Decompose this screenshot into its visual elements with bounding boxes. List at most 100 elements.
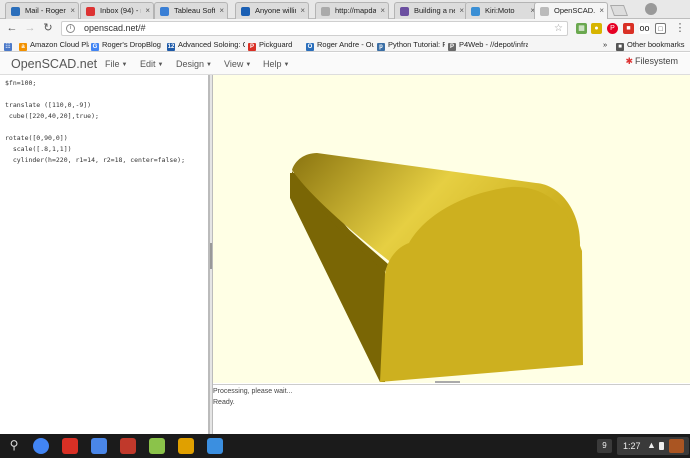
close-icon[interactable]: × [70, 5, 75, 16]
bookmark-favicon-icon: ■ [616, 43, 624, 51]
extension-lightbulb-icon[interactable]: ● [591, 23, 602, 34]
menu-view-label: View [224, 59, 244, 69]
filesystem-button[interactable]: ✱ Filesystem [625, 56, 678, 66]
files-icon[interactable] [207, 438, 223, 454]
clock-time: 1:27 [623, 441, 641, 451]
close-icon[interactable]: × [145, 5, 150, 16]
bookmark-label: Roger's DropBlog [102, 40, 161, 49]
close-icon[interactable]: × [380, 5, 385, 16]
bookmark-label: Other bookmarks [627, 40, 685, 49]
bookmark-favicon-icon: P [248, 43, 256, 51]
close-icon[interactable]: × [219, 5, 224, 16]
bookmark-item[interactable]: P Pickguard [248, 38, 304, 51]
console-line-processing: Processing, please wait... [213, 388, 293, 395]
store-icon[interactable] [149, 438, 165, 454]
gmail-icon [86, 7, 95, 16]
extension-box-icon[interactable]: □ [655, 23, 666, 34]
browser-tab[interactable]: http://mapdata × [315, 2, 389, 19]
bookmark-label: Roger Andre - Outlool [317, 40, 374, 49]
url-text[interactable]: openscad.net/# [84, 22, 146, 35]
bookmark-item[interactable]: ■ Other bookmarks [616, 38, 688, 51]
tab-title: Anyone willing [255, 6, 296, 15]
info-icon[interactable]: i [66, 24, 75, 33]
browser-tab[interactable]: Tableau Softwa × [154, 2, 228, 19]
tab-title: Kiri:Moto [485, 6, 515, 15]
profile-icon[interactable] [645, 3, 657, 15]
menu-design[interactable]: Design ▼ [176, 59, 212, 70]
bookmark-item[interactable]: ☷ [4, 38, 16, 51]
app-brand[interactable]: OpenSCAD.net [11, 57, 97, 71]
bookmark-favicon-icon: P [448, 43, 456, 51]
bookmark-item[interactable]: 12 Advanced Soloing: Co [167, 38, 245, 51]
bookmarks-overflow-button[interactable]: » [603, 38, 613, 51]
puzzle-icon: ✱ [625, 56, 633, 66]
tab-title: Building a new [414, 6, 455, 15]
code-editor[interactable]: $fn=100; translate ([110,0,-9]) cube([22… [0, 75, 209, 434]
battery-icon [659, 442, 664, 450]
extension-sheet-icon[interactable]: ▦ [576, 23, 587, 34]
camera-icon[interactable] [120, 438, 136, 454]
browser-tab[interactable]: Kiri:Moto × [465, 2, 539, 19]
menu-edit-label: Edit [140, 59, 156, 69]
menu-kebab-icon[interactable]: ⋮ [673, 21, 687, 35]
cura-icon[interactable] [178, 438, 194, 454]
tab-title: http://mapdata [335, 6, 376, 15]
bookmark-item[interactable]: G Roger's DropBlog [91, 38, 165, 51]
menu-file[interactable]: File ▼ [105, 59, 127, 70]
app-header: OpenSCAD.net File ▼ Edit ▼ Design ▼ View ▼ H… [0, 53, 690, 75]
browser-tab[interactable]: Building a new × [394, 2, 468, 19]
browser-tab[interactable]: Anyone willing × [235, 2, 309, 19]
address-bar[interactable]: i openscad.net/# ☆ [61, 21, 568, 36]
grid-icon [471, 7, 480, 16]
bookmark-label: Amazon Cloud Player [30, 40, 89, 49]
bookmark-label: Pickguard [259, 40, 293, 49]
browser-tab-strip: Mail - Roger A×Inbox (94) - ro×Tableau S… [0, 0, 690, 20]
pinterest-icon[interactable]: P [607, 23, 618, 34]
browser-tab[interactable]: Mail - Roger A × [5, 2, 79, 19]
reload-icon[interactable]: ↻ [41, 21, 55, 35]
glasses-icon[interactable]: oo [639, 23, 650, 34]
chat-icon [160, 7, 169, 16]
bookmark-favicon-icon: ☷ [4, 43, 12, 51]
bookmarks-bar: ☷aAmazon Cloud PlayerGRoger's DropBlog12… [0, 38, 690, 52]
search-icon[interactable]: ⚲ [7, 438, 21, 452]
browser-tab[interactable]: OpenSCAD.net × [534, 2, 608, 20]
menu-view[interactable]: View ▼ [224, 59, 251, 70]
code-text[interactable]: $fn=100; translate ([110,0,-9]) cube([22… [5, 78, 185, 166]
forward-arrow-icon[interactable]: → [23, 21, 37, 35]
chevron-down-icon: ▼ [283, 62, 290, 68]
bookmark-item[interactable]: aAmazon Cloud Player [19, 38, 89, 51]
bookmark-favicon-icon: G [91, 43, 99, 51]
bookmark-item[interactable]: pPython Tutorial: Pytho [377, 38, 445, 51]
bookmark-item[interactable]: P P4Web - //depot/infra [448, 38, 528, 51]
tab-title: Tableau Softwa [174, 6, 215, 15]
bookmark-favicon-icon: O [306, 43, 314, 51]
status-tray[interactable]: 1:27 ▲ [617, 437, 689, 455]
menu-help[interactable]: Help ▼ [263, 59, 289, 70]
menu-edit[interactable]: Edit ▼ [140, 59, 163, 70]
chevron-down-icon: ▼ [245, 62, 252, 68]
gmail-icon[interactable] [62, 438, 78, 454]
bookmark-star-icon[interactable]: ☆ [554, 22, 563, 35]
page-icon [321, 7, 330, 16]
menu-file-label: File [105, 59, 120, 69]
close-icon[interactable]: × [599, 5, 604, 16]
gift-icon[interactable]: ■ [623, 23, 634, 34]
tab-title: Inbox (94) - ro [100, 6, 141, 15]
new-tab-button[interactable] [609, 5, 629, 16]
bookmark-label: P4Web - //depot/infra [459, 40, 528, 49]
notification-badge[interactable]: 9 [597, 439, 612, 453]
back-arrow-icon[interactable]: ← [5, 21, 19, 35]
viewport-scrollbar[interactable] [435, 381, 460, 383]
docs-icon[interactable] [91, 438, 107, 454]
avatar[interactable] [669, 439, 684, 453]
close-icon[interactable]: × [459, 5, 464, 16]
bookmark-label: Advanced Soloing: Co [178, 40, 245, 49]
browser-tab[interactable]: Inbox (94) - ro × [80, 2, 154, 19]
3d-viewport[interactable] [213, 75, 690, 383]
bookmark-item[interactable]: ORoger Andre - Outlool [306, 38, 374, 51]
splitter-grip[interactable] [210, 243, 212, 269]
chevron-down-icon: ▼ [157, 62, 164, 68]
close-icon[interactable]: × [300, 5, 305, 16]
chrome-icon[interactable] [33, 438, 49, 454]
